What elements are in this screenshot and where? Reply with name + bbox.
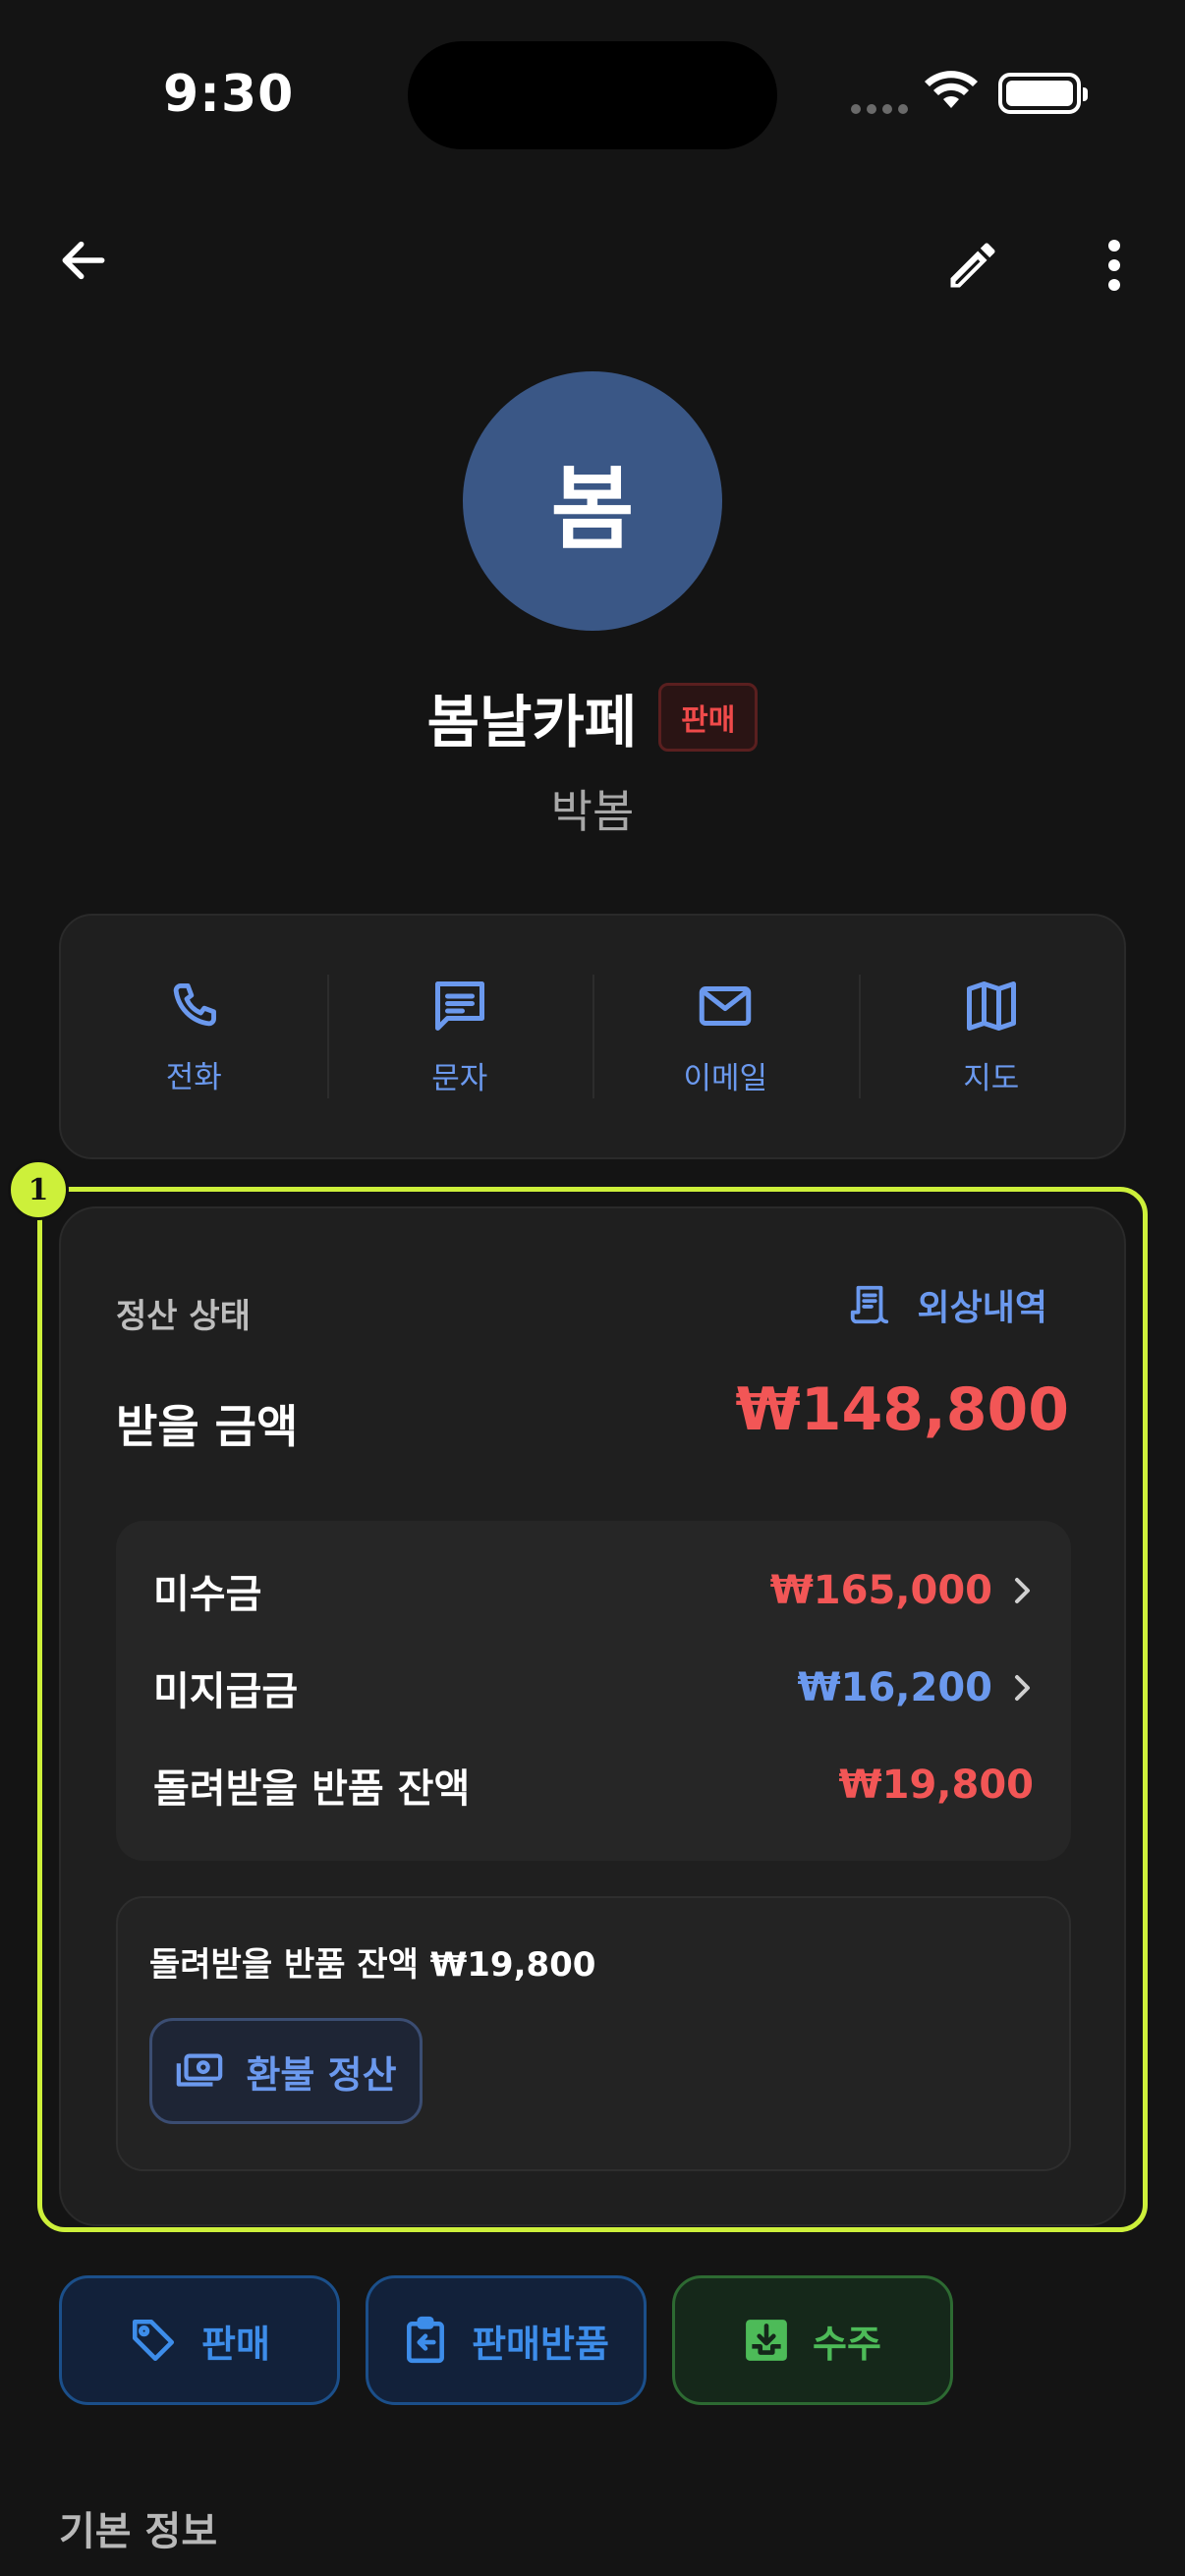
- contact-person: 박봄: [550, 785, 635, 838]
- customer-name-row: 봄날카페 판매: [0, 676, 1185, 758]
- more-vertical-icon: [1108, 240, 1120, 291]
- avatar: 봄: [463, 371, 722, 631]
- customer-name: 봄날카페: [426, 689, 638, 756]
- map-label: 지도: [963, 1060, 1020, 1096]
- sale-return-button[interactable]: 판매반품: [366, 2275, 647, 2405]
- battery-icon: [998, 73, 1088, 114]
- new-sale-button[interactable]: 판매: [59, 2275, 340, 2405]
- tag-icon: [132, 2319, 175, 2362]
- dynamic-island: [408, 41, 777, 149]
- inbox-download-icon: [746, 2320, 787, 2361]
- call-label: 전화: [165, 1059, 222, 1095]
- highlight-number-badge: 1: [8, 1159, 69, 1220]
- pencil-icon: [950, 243, 995, 288]
- customer-type-badge: 판매: [658, 683, 759, 752]
- mail-icon: [700, 985, 752, 1026]
- more-options-button[interactable]: [1081, 228, 1148, 303]
- map-icon: [966, 980, 1016, 1031]
- email-button[interactable]: 이메일: [592, 916, 859, 1157]
- clipboard-return-icon: [407, 2316, 445, 2364]
- new-sale-label: 판매: [201, 2322, 270, 2366]
- phone-icon: [173, 982, 217, 1026]
- message-button[interactable]: 문자: [326, 916, 593, 1157]
- contact-actions-card: 전화 문자 이메일 지도: [59, 914, 1126, 1159]
- back-button[interactable]: [49, 226, 118, 295]
- cellular-signal-icon: [851, 104, 910, 114]
- map-button[interactable]: 지도: [858, 916, 1125, 1157]
- sale-return-label: 판매반품: [472, 2322, 609, 2366]
- arrow-left-icon: [62, 241, 105, 280]
- message-icon: [434, 980, 484, 1031]
- status-time: 9:30: [163, 65, 295, 124]
- order-intake-label: 수주: [813, 2322, 881, 2366]
- message-label: 문자: [431, 1060, 488, 1096]
- wifi-icon: [924, 69, 979, 116]
- call-button[interactable]: 전화: [61, 916, 327, 1157]
- basic-info-section-title: 기본 정보: [59, 2509, 218, 2554]
- order-intake-button[interactable]: 수주: [672, 2275, 953, 2405]
- email-label: 이메일: [683, 1060, 768, 1096]
- edit-button[interactable]: [935, 228, 1010, 303]
- highlight-frame: [37, 1187, 1148, 2232]
